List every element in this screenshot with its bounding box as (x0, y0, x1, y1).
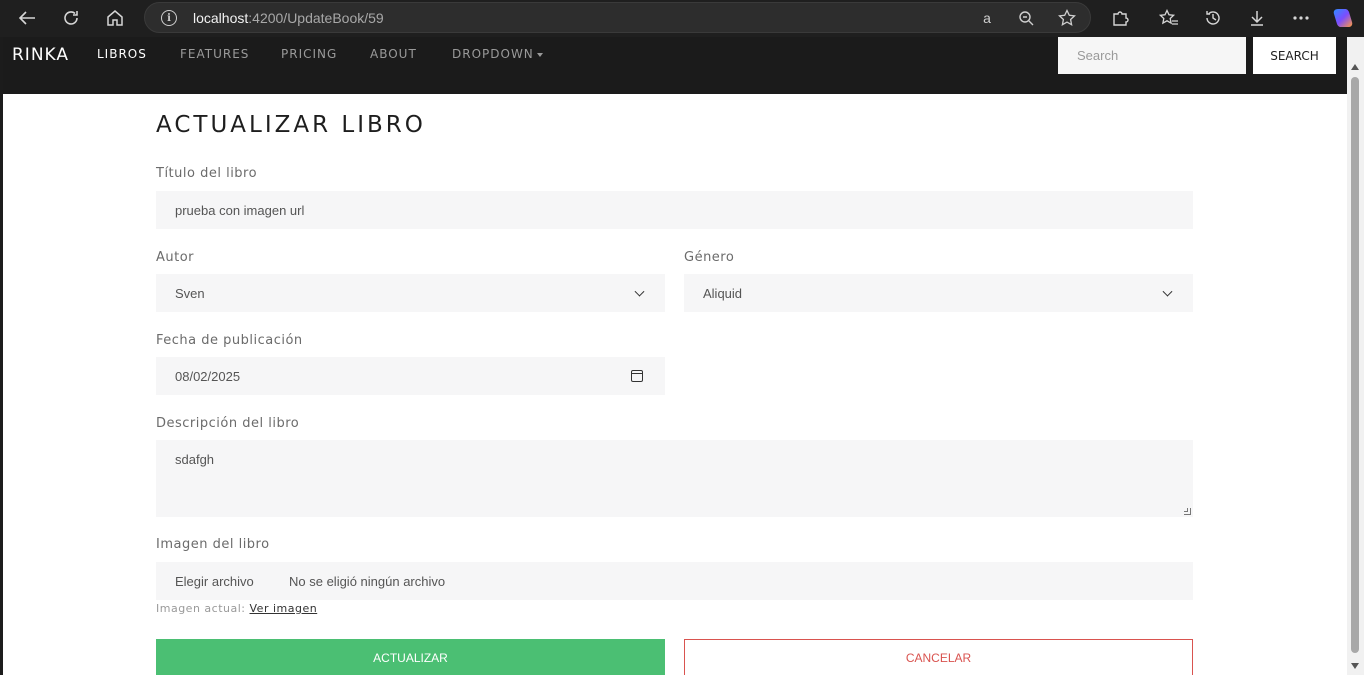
history-icon[interactable] (1199, 5, 1227, 31)
resize-handle-icon[interactable] (1184, 508, 1191, 515)
author-label: Autor (156, 250, 195, 265)
site-info-icon[interactable]: i (161, 10, 177, 26)
nav-link-about[interactable]: ABOUT (370, 47, 417, 61)
downloads-icon[interactable] (1243, 5, 1271, 31)
extensions-icon[interactable] (1106, 5, 1134, 31)
book-title-label: Título del libro (156, 166, 258, 181)
genre-label: Género (684, 250, 735, 265)
file-status-text: No se eligió ningún archivo (289, 573, 446, 589)
choose-file-button[interactable]: Elegir archivo (156, 562, 273, 600)
scrollbar-thumb[interactable] (1351, 77, 1359, 653)
publication-date-label: Fecha de publicación (156, 333, 303, 348)
search-input[interactable] (1058, 37, 1246, 74)
publication-date-input[interactable]: 08/02/2025 (156, 357, 665, 395)
book-title-value: prueba con imagen url (175, 202, 305, 218)
read-aloud-icon[interactable]: a (976, 8, 998, 28)
favorite-star-icon[interactable] (1056, 8, 1078, 28)
scroll-up-arrow-icon[interactable] (1351, 64, 1359, 70)
scroll-down-arrow-icon[interactable] (1351, 663, 1359, 669)
book-image-label: Imagen del libro (156, 537, 270, 552)
nav-dropdown[interactable]: DROPDOWN (452, 47, 543, 61)
favorites-icon[interactable] (1155, 5, 1183, 31)
nav-link-libros[interactable]: LIBROS (97, 47, 147, 61)
cancel-button[interactable]: CANCELAR (684, 639, 1193, 675)
navbar: RINKA LIBROS FEATURES PRICING ABOUT DROP… (3, 37, 1347, 94)
search-button[interactable]: SEARCH (1253, 37, 1336, 74)
description-label: Descripción del libro (156, 416, 300, 431)
browser-toolbar: i localhost:4200/UpdateBook/59 a (0, 0, 1364, 37)
book-title-input[interactable]: prueba con imagen url (156, 191, 1193, 229)
back-icon[interactable] (13, 5, 41, 31)
more-icon[interactable] (1287, 5, 1315, 31)
calendar-icon[interactable] (631, 370, 643, 382)
page-title: ACTUALIZAR LIBRO (156, 112, 426, 138)
description-textarea[interactable]: sdafgh (156, 440, 1193, 517)
genre-value: Aliquid (703, 285, 743, 301)
book-image-file-input[interactable]: Elegir archivo No se eligió ningún archi… (156, 562, 1193, 600)
author-value: Sven (175, 285, 205, 301)
genre-select[interactable]: Aliquid (684, 274, 1193, 312)
home-icon[interactable] (101, 5, 129, 31)
current-image-info: Imagen actual: Ver imagen (156, 602, 317, 615)
page-scrollbar[interactable] (1347, 37, 1364, 675)
view-image-link[interactable]: Ver imagen (250, 602, 318, 615)
nav-dropdown-label: DROPDOWN (452, 47, 534, 61)
page: RINKA LIBROS FEATURES PRICING ABOUT DROP… (3, 37, 1347, 675)
description-value: sdafgh (175, 452, 215, 467)
publication-date-value: 08/02/2025 (175, 368, 241, 384)
reload-icon[interactable] (57, 5, 85, 31)
author-select[interactable]: Sven (156, 274, 665, 312)
current-image-text: Imagen actual: (156, 602, 246, 615)
address-bar[interactable]: i localhost:4200/UpdateBook/59 a (144, 2, 1091, 33)
copilot-icon[interactable] (1329, 5, 1357, 31)
chevron-down-icon (634, 286, 645, 297)
update-button[interactable]: ACTUALIZAR (156, 639, 665, 675)
caret-down-icon (536, 52, 543, 57)
nav-link-features[interactable]: FEATURES (180, 47, 249, 61)
nav-link-pricing[interactable]: PRICING (281, 47, 337, 61)
zoom-icon[interactable] (1015, 8, 1037, 28)
chevron-down-icon (1162, 286, 1173, 297)
brand-logo[interactable]: RINKA (12, 45, 69, 65)
url-text: localhost:4200/UpdateBook/59 (193, 10, 384, 26)
